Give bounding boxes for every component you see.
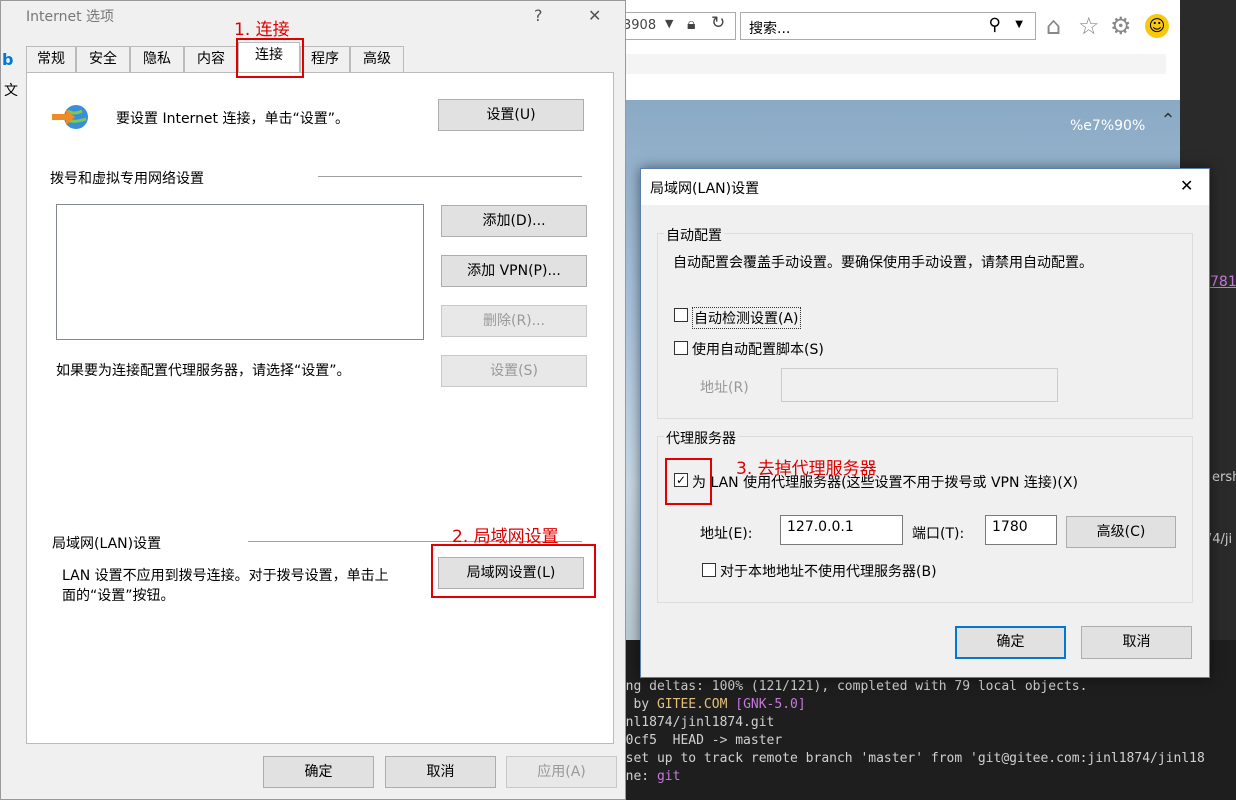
proxy-hint: 如果要为连接配置代理服务器，请选择“设置”。 (56, 363, 351, 379)
search-dropdown-icon[interactable]: ▼ (1015, 19, 1023, 30)
advanced-button[interactable]: 高级(C) (1066, 516, 1176, 548)
tab-programs[interactable]: 程序 (300, 46, 350, 72)
auto-script-checkbox[interactable] (674, 341, 688, 355)
terminal-line: done: git (610, 769, 681, 784)
search-placeholder: 搜索... (749, 21, 791, 37)
tab-content[interactable]: 内容 (184, 46, 238, 72)
smiley-icon[interactable]: ☺ (1145, 14, 1169, 38)
address-fragment: 3908 (623, 18, 657, 33)
home-icon[interactable]: ⌂ (1046, 12, 1061, 40)
refresh-icon[interactable]: ↻ (711, 13, 725, 33)
script-address-label: 地址(R) (700, 380, 749, 396)
tab-advanced[interactable]: 高级 (350, 46, 404, 72)
scroll-up-icon[interactable]: ⌃ (1156, 110, 1180, 134)
annotation-box-connections-tab (236, 38, 304, 78)
browser-status-strip (626, 54, 1166, 74)
setup-text: 要设置 Internet 连接，单击“设置”。 (116, 111, 349, 127)
port-label: 端口(T): (912, 526, 965, 542)
network-globe-icon (52, 102, 90, 132)
lan-heading: 局域网(LAN)设置 (52, 536, 162, 552)
bypass-local-label[interactable]: 对于本地地址不使用代理服务器(B) (720, 561, 937, 581)
annotation-step-1: 1. 连接 (234, 20, 290, 40)
annotation-step-3: 3. 去掉代理服务器 (736, 459, 877, 479)
proxy-heading: 代理服务器 (664, 428, 738, 448)
auto-config-heading: 自动配置 (664, 225, 724, 245)
terminal-line: f00cf5 HEAD -> master (610, 733, 783, 748)
add-vpn-button[interactable]: 添加 VPN(P)... (441, 255, 587, 287)
bypass-local-checkbox[interactable] (702, 563, 716, 577)
help-button[interactable]: ? (534, 6, 543, 25)
tab-privacy[interactable]: 隐私 (130, 46, 184, 72)
delete-button[interactable]: 删除(R)... (441, 305, 587, 337)
proxy-address-input[interactable]: 127.0.0.1 (780, 515, 903, 545)
lan-description-2: 面的“设置”按钮。 (62, 588, 175, 604)
lan-description-1: LAN 设置不应用到拨号连接。对于拨号设置，单击上 (62, 568, 389, 584)
auto-config-description: 自动配置会覆盖手动设置。要确保使用手动设置，请禁用自动配置。 (673, 255, 1093, 271)
terminal-line: jinl1874/jinl1874.git (610, 715, 775, 730)
auto-detect-label[interactable]: 自动检测设置(A) (692, 307, 801, 329)
tab-general[interactable]: 常规 (26, 46, 76, 72)
auto-script-label[interactable]: 使用自动配置脚本(S) (692, 339, 824, 359)
search-input[interactable]: 搜索... ⚲ ▼ (740, 12, 1036, 40)
script-address-input[interactable] (781, 368, 1058, 402)
cancel-button[interactable]: 取消 (385, 756, 496, 788)
tab-security[interactable]: 安全 (76, 46, 130, 72)
lan-dialog-title: 局域网(LAN)设置 (650, 181, 760, 197)
close-icon[interactable]: ✕ (588, 6, 601, 25)
setup-button[interactable]: 设置(U) (438, 99, 584, 131)
lan-ok-button[interactable]: 确定 (955, 626, 1066, 659)
dialup-settings-button[interactable]: 设置(S) (441, 355, 587, 387)
dropdown-icon[interactable]: ▼ (665, 17, 673, 30)
terminal-line: ed by GITEE.COM [GNK-5.0] (610, 697, 806, 712)
add-button[interactable]: 添加(D)... (441, 205, 587, 237)
annotation-step-2: 2. 局域网设置 (452, 527, 559, 547)
ie-logo-icon: b (2, 50, 14, 69)
close-icon[interactable]: ✕ (1180, 176, 1193, 195)
gear-icon[interactable]: ⚙ (1110, 12, 1132, 40)
port-input[interactable]: 1780 (985, 515, 1057, 545)
annotation-box-lan-button (431, 544, 596, 598)
terminal-line: ying deltas: 100% (121/121), completed w… (610, 679, 1088, 694)
search-icon[interactable]: ⚲ (989, 15, 1001, 35)
annotation-box-proxy-checkbox (665, 458, 712, 505)
connection-list[interactable] (56, 204, 424, 340)
divider (318, 176, 582, 177)
favorites-star-icon[interactable]: ☆ (1078, 12, 1100, 40)
terminal-line: ' set up to track remote branch 'master'… (610, 751, 1205, 766)
url-encoded-text: %e7%90% (1070, 118, 1146, 134)
dialog-title: Internet 选项 (26, 9, 115, 25)
right-text-2: ersh (1212, 470, 1236, 485)
lock-icon: 🔒︎ (687, 14, 696, 33)
menu-fragment: 文 (4, 83, 18, 99)
proxy-address-label: 地址(E): (700, 526, 753, 542)
right-link-text: 781 (1210, 274, 1236, 290)
ok-button[interactable]: 确定 (263, 756, 374, 788)
auto-detect-checkbox[interactable] (674, 308, 688, 322)
address-bar[interactable]: 3908 ▼ 🔒︎ ↻ (612, 12, 736, 40)
dialup-heading: 拨号和虚拟专用网络设置 (50, 171, 204, 187)
apply-button[interactable]: 应用(A) (506, 756, 617, 788)
lan-cancel-button[interactable]: 取消 (1081, 626, 1192, 659)
